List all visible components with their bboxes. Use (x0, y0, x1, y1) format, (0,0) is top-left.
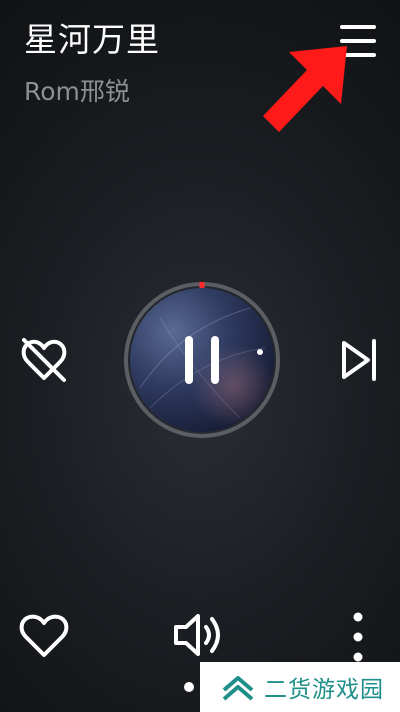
volume-button[interactable] (166, 605, 234, 665)
red-arrow-icon (263, 46, 347, 132)
heart-outline-icon (19, 614, 69, 657)
more-vertical-icon (353, 612, 363, 662)
watermark-text: 二货游戏园 (264, 677, 384, 703)
album-disc[interactable] (122, 280, 282, 440)
pause-button[interactable] (172, 330, 232, 390)
song-title: 星河万里 (24, 20, 160, 59)
like-button[interactable] (12, 605, 76, 665)
more-options-button[interactable] (336, 605, 380, 669)
volume-icon (174, 614, 220, 656)
heart-crossed-icon (21, 338, 67, 382)
pause-icon (185, 336, 219, 384)
next-track-button[interactable] (330, 330, 390, 390)
artist-name: Rom邢锐 (24, 77, 130, 106)
skip-next-icon (342, 339, 376, 381)
dislike-button[interactable] (12, 330, 76, 390)
watermark-logo-icon (222, 676, 254, 701)
watermark: 二货游戏园 (200, 662, 400, 712)
page-indicator-dot (184, 682, 194, 692)
